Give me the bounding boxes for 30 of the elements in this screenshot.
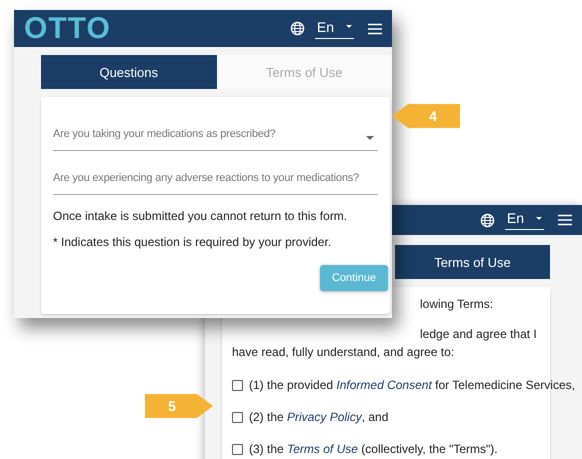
menu-icon[interactable]: [368, 22, 382, 34]
agreement-text: (2) the Privacy Policy, and: [249, 410, 388, 424]
caret-icon: [536, 216, 542, 220]
menu-icon[interactable]: [558, 214, 572, 226]
agreement-text: (1) the provided Informed Consent for Telemedicine Services,: [249, 378, 575, 392]
globe-icon[interactable]: [290, 21, 305, 36]
globe-icon[interactable]: [480, 212, 495, 228]
document-link[interactable]: Informed Consent: [336, 378, 432, 392]
caret-icon: [366, 136, 374, 140]
logo: OTTO: [24, 12, 111, 46]
terms-text: lowing Terms:: [420, 297, 494, 311]
callout-badge: 4: [392, 104, 460, 128]
language-dropdown[interactable]: En: [314, 18, 354, 38]
tab[interactable]: Questions: [41, 55, 216, 89]
language-dropdown[interactable]: En: [504, 210, 544, 230]
checkbox[interactable]: [232, 380, 243, 390]
note-text: Once intake is submitted you cannot return to this form.: [53, 209, 348, 223]
terms-text: have read, fully understand, and agree to:: [232, 345, 456, 359]
checkbox[interactable]: [232, 412, 243, 422]
document-link[interactable]: Terms of Use: [287, 442, 358, 456]
select-field[interactable]: Are you taking your medications as prescribed?: [53, 128, 378, 151]
note-text: * Indicates this question is required by your provider.: [53, 235, 332, 249]
tab[interactable]: Terms of Use: [395, 245, 550, 279]
input-field[interactable]: Are you experiencing any adverse reactions to your medications?: [53, 172, 378, 195]
callout-badge: 5: [145, 394, 213, 418]
terms-text: ledge and agree that I: [420, 327, 538, 341]
caret-icon: [346, 25, 352, 28]
checkbox[interactable]: [232, 444, 243, 454]
document-link[interactable]: Privacy Policy: [287, 410, 362, 424]
agreement-text: (3) the Terms of Use (collectively, the "Terms").: [249, 442, 498, 456]
